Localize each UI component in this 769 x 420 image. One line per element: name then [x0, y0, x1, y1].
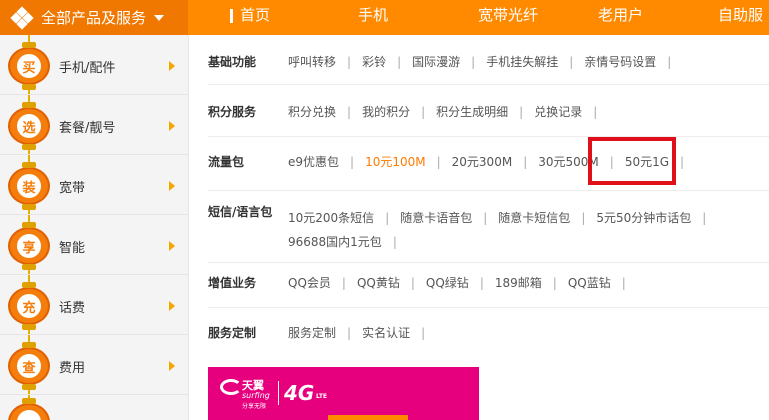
top-nav: 全部产品及服务 首页 手机 宽带光纤 老用户 自助服 — [0, 0, 769, 35]
link-qq-blue[interactable]: QQ蓝钻 — [568, 274, 611, 292]
all-products-menu[interactable]: 全部产品及服务 — [0, 0, 188, 35]
link-call-forwarding[interactable]: 呼叫转移 — [288, 53, 336, 71]
lantern-badge: 查 — [17, 354, 41, 378]
lantern-icon: 查 — [8, 342, 50, 390]
link-voice-pack[interactable]: 随意卡语音包 — [400, 209, 472, 227]
banner-brand-en: surfing — [242, 391, 270, 400]
lantern-icon: 选 — [8, 102, 50, 150]
category-sidebar: 买 手机/配件 选 套餐/靓号 装 宽带 享 智能 充 话费 查 费用 — [0, 35, 189, 420]
banner-divider — [278, 381, 279, 405]
row-divider — [208, 136, 769, 137]
tianyi-logo-icon — [220, 379, 242, 395]
banner-accent — [328, 415, 408, 420]
link-e9-package[interactable]: e9优惠包 — [288, 153, 339, 171]
row-divider — [208, 84, 769, 85]
link-list: 96688国内1元包 | — [288, 233, 397, 251]
row-label: 增值业务 — [208, 276, 257, 290]
lantern-badge: 享 — [17, 234, 41, 258]
nav-divider — [230, 9, 233, 23]
row-divider — [208, 307, 769, 308]
link-family-numbers[interactable]: 亲情号码设置 — [584, 53, 656, 71]
link-qq-member[interactable]: QQ会员 — [288, 274, 331, 292]
nav-item-phones[interactable]: 手机 — [358, 0, 388, 35]
lantern-icon — [8, 398, 50, 420]
sidebar-item-broadband[interactable]: 装 宽带 — [0, 155, 188, 215]
sidebar-item-billing[interactable]: 查 费用 — [0, 335, 188, 395]
lantern-icon: 装 — [8, 162, 50, 210]
chevron-down-icon — [154, 14, 165, 21]
link-list: e9优惠包 | 10元100M | 20元300M | 30元500M | 50元1G | — [288, 153, 685, 171]
link-report-loss[interactable]: 手机挂失解挂 — [486, 53, 558, 71]
row-divider — [208, 262, 769, 263]
arrow-right-icon — [169, 361, 175, 371]
selection-highlight-box — [588, 137, 676, 185]
link-points-detail[interactable]: 积分生成明细 — [436, 103, 508, 121]
sidebar-item-recharge[interactable]: 充 话费 — [0, 275, 188, 335]
arrow-right-icon — [169, 241, 175, 251]
nav-item-broadband[interactable]: 宽带光纤 — [478, 0, 538, 35]
lantern-icon: 享 — [8, 222, 50, 270]
sidebar-item-label: 手机/配件 — [59, 61, 116, 76]
sidebar-item-label: 套餐/靓号 — [59, 121, 116, 136]
sidebar-item-label: 宽带 — [59, 181, 86, 196]
row-label: 积分服务 — [208, 105, 257, 119]
link-sms-pack[interactable]: 随意卡短信包 — [498, 209, 570, 227]
lantern-badge: 买 — [17, 54, 41, 78]
sidebar-item-plans[interactable]: 选 套餐/靓号 — [0, 95, 188, 155]
link-service-custom[interactable]: 服务定制 — [288, 324, 336, 342]
link-list: 呼叫转移 | 彩铃 | 国际漫游 | 手机挂失解挂 | 亲情号码设置 | — [288, 53, 672, 71]
row-label: 流量包 — [208, 155, 245, 169]
sidebar-item-label: 费用 — [59, 361, 86, 376]
link-data-20-300m[interactable]: 20元300M — [452, 153, 513, 171]
sidebar-item-smart[interactable]: 享 智能 — [0, 215, 188, 275]
diamond-logo-icon — [10, 5, 34, 30]
sidebar-item-phones[interactable]: 买 手机/配件 — [0, 35, 188, 95]
promo-banner[interactable]: 天翼 surfing 分享无限 4G LTE — [208, 367, 479, 420]
arrow-right-icon — [169, 61, 175, 71]
link-list: 服务定制 | 实名认证 | — [288, 324, 426, 342]
link-sms-200[interactable]: 10元200条短信 — [288, 209, 374, 227]
row-label: 基础功能 — [208, 55, 257, 69]
row-label: 服务定制 — [208, 326, 257, 340]
link-redeem-history[interactable]: 兑换记录 — [534, 103, 582, 121]
link-local-call-pack[interactable]: 5元50分钟市话包 — [596, 209, 691, 227]
link-189-mail[interactable]: 189邮箱 — [495, 274, 542, 292]
link-list: 10元200条短信 | 随意卡语音包 | 随意卡短信包 | 5元50分钟市话包 | — [288, 209, 707, 227]
banner-4g: 4G — [284, 381, 315, 405]
sidebar-item-label: 智能 — [59, 241, 86, 256]
link-list: QQ会员 | QQ黄钻 | QQ绿钻 | 189邮箱 | QQ蓝钻 | — [288, 274, 626, 292]
link-real-name[interactable]: 实名认证 — [362, 324, 410, 342]
link-redeem-points[interactable]: 积分兑换 — [288, 103, 336, 121]
nav-item-existing-users[interactable]: 老用户 — [598, 0, 643, 35]
link-my-points[interactable]: 我的积分 — [362, 103, 410, 121]
arrow-right-icon — [169, 181, 175, 191]
all-products-label: 全部产品及服务 — [41, 9, 147, 27]
arrow-right-icon — [169, 301, 175, 311]
link-intl-roaming[interactable]: 国际漫游 — [412, 53, 460, 71]
banner-tagline: 分享无限 — [242, 403, 267, 410]
nav-item-home[interactable]: 首页 — [240, 0, 270, 35]
lantern-badge: 装 — [17, 174, 41, 198]
nav-item-self-service[interactable]: 自助服 — [718, 0, 763, 35]
link-ringtone[interactable]: 彩铃 — [362, 53, 386, 71]
lantern-badge: 选 — [17, 114, 41, 138]
row-divider — [208, 190, 769, 191]
link-qq-green[interactable]: QQ绿钻 — [426, 274, 469, 292]
lantern-icon: 充 — [8, 282, 50, 330]
sidebar-item-label: 话费 — [59, 301, 86, 316]
link-data-10-100m[interactable]: 10元100M — [365, 153, 426, 171]
banner-lte: LTE — [316, 393, 328, 400]
lantern-icon: 买 — [8, 42, 50, 90]
link-96688[interactable]: 96688国内1元包 — [288, 233, 382, 251]
link-qq-yellow[interactable]: QQ黄钻 — [357, 274, 400, 292]
link-list: 积分兑换 | 我的积分 | 积分生成明细 | 兑换记录 | — [288, 103, 598, 121]
arrow-right-icon — [169, 121, 175, 131]
lantern-badge: 充 — [17, 294, 41, 318]
row-label: 短信/语言包 — [208, 205, 273, 219]
